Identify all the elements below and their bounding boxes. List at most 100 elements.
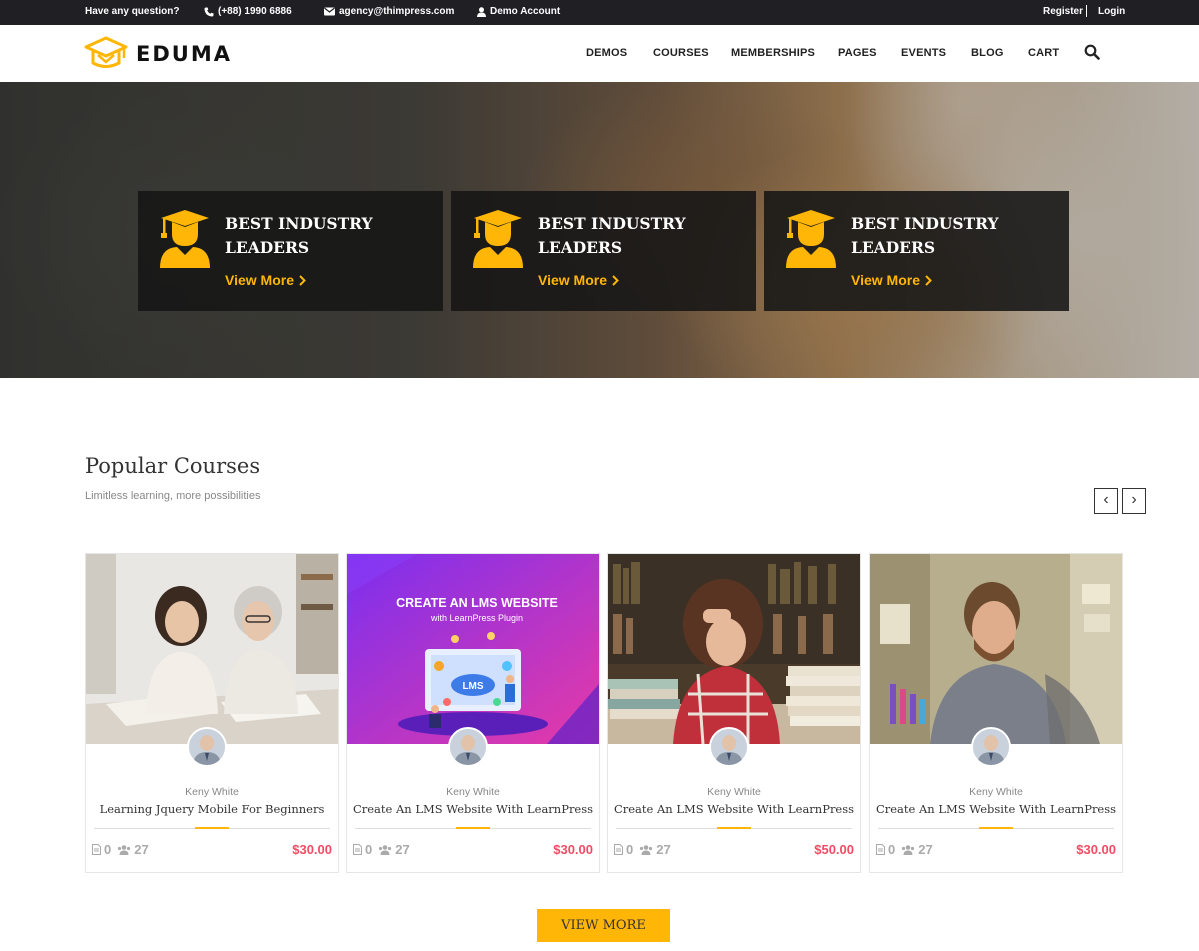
view-more-button[interactable]: VIEW MORE bbox=[537, 909, 670, 942]
users-icon bbox=[902, 844, 915, 855]
logo-text: EDUMA bbox=[136, 42, 232, 66]
course-title[interactable]: Create An LMS Website With LearnPress bbox=[608, 802, 860, 816]
phone-icon bbox=[204, 7, 214, 16]
course-card[interactable]: CREATE AN LMS WEBSITE with LearnPress Pl… bbox=[346, 553, 600, 873]
course-price: $30.00 bbox=[1076, 842, 1116, 857]
avatar[interactable] bbox=[971, 727, 1011, 767]
course-author[interactable]: Keny White bbox=[870, 786, 1122, 798]
accent-bar bbox=[456, 827, 490, 829]
file-icon bbox=[876, 844, 885, 855]
nav-courses[interactable]: COURSES bbox=[653, 47, 709, 59]
course-author[interactable]: Keny White bbox=[347, 786, 599, 798]
feature-box: BEST INDUSTRY LEADERS View More bbox=[138, 191, 443, 311]
nav-cart[interactable]: CART bbox=[1028, 47, 1059, 59]
section-subtitle: Limitless learning, more possibilities bbox=[85, 490, 261, 502]
view-more-link[interactable]: View More bbox=[851, 272, 932, 288]
carousel-next-button[interactable]: › bbox=[1122, 488, 1146, 514]
logo[interactable]: EDUMA bbox=[84, 36, 232, 72]
feature-title: BEST INDUSTRY LEADERS bbox=[851, 214, 999, 257]
demo-account-link[interactable]: Demo Account bbox=[477, 6, 560, 17]
search-icon bbox=[1084, 44, 1100, 60]
envelope-icon bbox=[324, 7, 335, 16]
user-icon bbox=[477, 6, 486, 17]
course-meta: 0 27 bbox=[353, 842, 410, 857]
file-icon bbox=[92, 844, 101, 855]
student-count: 27 bbox=[639, 842, 671, 857]
course-price: $50.00 bbox=[814, 842, 854, 857]
nav-blog[interactable]: BLOG bbox=[971, 47, 1004, 59]
author-photo bbox=[711, 729, 747, 765]
phone-link[interactable]: (+88) 1990 6886 bbox=[204, 6, 292, 17]
author-photo bbox=[189, 729, 225, 765]
chevron-right-icon bbox=[612, 274, 619, 286]
file-icon bbox=[614, 844, 623, 855]
course-photo-office bbox=[870, 554, 1122, 744]
accent-bar bbox=[195, 827, 229, 829]
nav-events[interactable]: EVENTS bbox=[901, 47, 946, 59]
hero-banner: BEST INDUSTRY LEADERS View More BEST INDU… bbox=[0, 82, 1199, 378]
site-header: EDUMA DEMOS COURSES MEMBERSHIPS PAGES EV… bbox=[0, 25, 1199, 82]
lesson-count: 0 bbox=[353, 842, 372, 857]
student-count: 27 bbox=[117, 842, 149, 857]
course-card[interactable]: Keny White Create An LMS Website With Le… bbox=[869, 553, 1123, 873]
users-icon bbox=[640, 844, 653, 855]
nav-pages[interactable]: PAGES bbox=[838, 47, 877, 59]
lesson-count: 0 bbox=[614, 842, 633, 857]
register-link[interactable]: Register bbox=[1043, 6, 1083, 17]
chevron-right-icon bbox=[299, 274, 306, 286]
course-author[interactable]: Keny White bbox=[86, 786, 338, 798]
login-link[interactable]: Login bbox=[1098, 6, 1125, 17]
course-title[interactable]: Learning Jquery Mobile For Beginners bbox=[86, 802, 338, 816]
users-icon bbox=[379, 844, 392, 855]
course-card[interactable]: Keny White Learning Jquery Mobile For Be… bbox=[85, 553, 339, 873]
lesson-count: 0 bbox=[876, 842, 895, 857]
course-thumbnail[interactable] bbox=[86, 554, 338, 744]
question-text: Have any question? bbox=[85, 6, 180, 17]
feature-title: BEST INDUSTRY LEADERS bbox=[538, 214, 686, 257]
feature-box: BEST INDUSTRY LEADERS View More bbox=[764, 191, 1069, 311]
course-meta: 0 27 bbox=[92, 842, 149, 857]
search-button[interactable] bbox=[1084, 44, 1100, 65]
accent-bar bbox=[979, 827, 1013, 829]
view-more-link[interactable]: View More bbox=[225, 272, 306, 288]
nav-demos[interactable]: DEMOS bbox=[586, 47, 627, 59]
author-photo bbox=[450, 729, 486, 765]
banner-badge: LMS bbox=[462, 681, 483, 692]
topbar-divider bbox=[1086, 5, 1087, 17]
course-meta: 0 27 bbox=[876, 842, 933, 857]
course-banner-lms: CREATE AN LMS WEBSITE with LearnPress Pl… bbox=[347, 554, 599, 744]
course-thumbnail[interactable] bbox=[608, 554, 860, 744]
student-count: 27 bbox=[901, 842, 933, 857]
view-more-link[interactable]: View More bbox=[538, 272, 619, 288]
course-photo-library bbox=[608, 554, 860, 744]
users-icon bbox=[118, 844, 131, 855]
graduate-icon bbox=[473, 210, 523, 268]
avatar[interactable] bbox=[448, 727, 488, 767]
course-thumbnail[interactable] bbox=[870, 554, 1122, 744]
banner-subtitle: with LearnPress Plugin bbox=[430, 613, 523, 623]
feature-box: BEST INDUSTRY LEADERS View More bbox=[451, 191, 756, 311]
feature-title: BEST INDUSTRY LEADERS bbox=[225, 214, 373, 257]
course-price: $30.00 bbox=[553, 842, 593, 857]
top-bar: Have any question? (+88) 1990 6886 agenc… bbox=[0, 0, 1199, 25]
file-icon bbox=[353, 844, 362, 855]
graduation-cap-logo-icon bbox=[84, 36, 128, 68]
course-title[interactable]: Create An LMS Website With LearnPress bbox=[870, 802, 1122, 816]
course-card[interactable]: Keny White Create An LMS Website With Le… bbox=[607, 553, 861, 873]
email-link[interactable]: agency@thimpress.com bbox=[324, 6, 454, 17]
graduate-icon bbox=[786, 210, 836, 268]
avatar[interactable] bbox=[187, 727, 227, 767]
avatar[interactable] bbox=[709, 727, 749, 767]
course-title[interactable]: Create An LMS Website With LearnPress bbox=[347, 802, 599, 816]
course-price: $30.00 bbox=[292, 842, 332, 857]
author-photo bbox=[973, 729, 1009, 765]
course-photo-study bbox=[86, 554, 338, 744]
graduate-icon bbox=[160, 210, 210, 268]
section-title: Popular Courses bbox=[85, 454, 261, 478]
lesson-count: 0 bbox=[92, 842, 111, 857]
nav-memberships[interactable]: MEMBERSHIPS bbox=[731, 47, 815, 59]
course-meta: 0 27 bbox=[614, 842, 671, 857]
course-author[interactable]: Keny White bbox=[608, 786, 860, 798]
course-thumbnail[interactable]: CREATE AN LMS WEBSITE with LearnPress Pl… bbox=[347, 554, 599, 744]
carousel-prev-button[interactable]: ‹ bbox=[1094, 488, 1118, 514]
